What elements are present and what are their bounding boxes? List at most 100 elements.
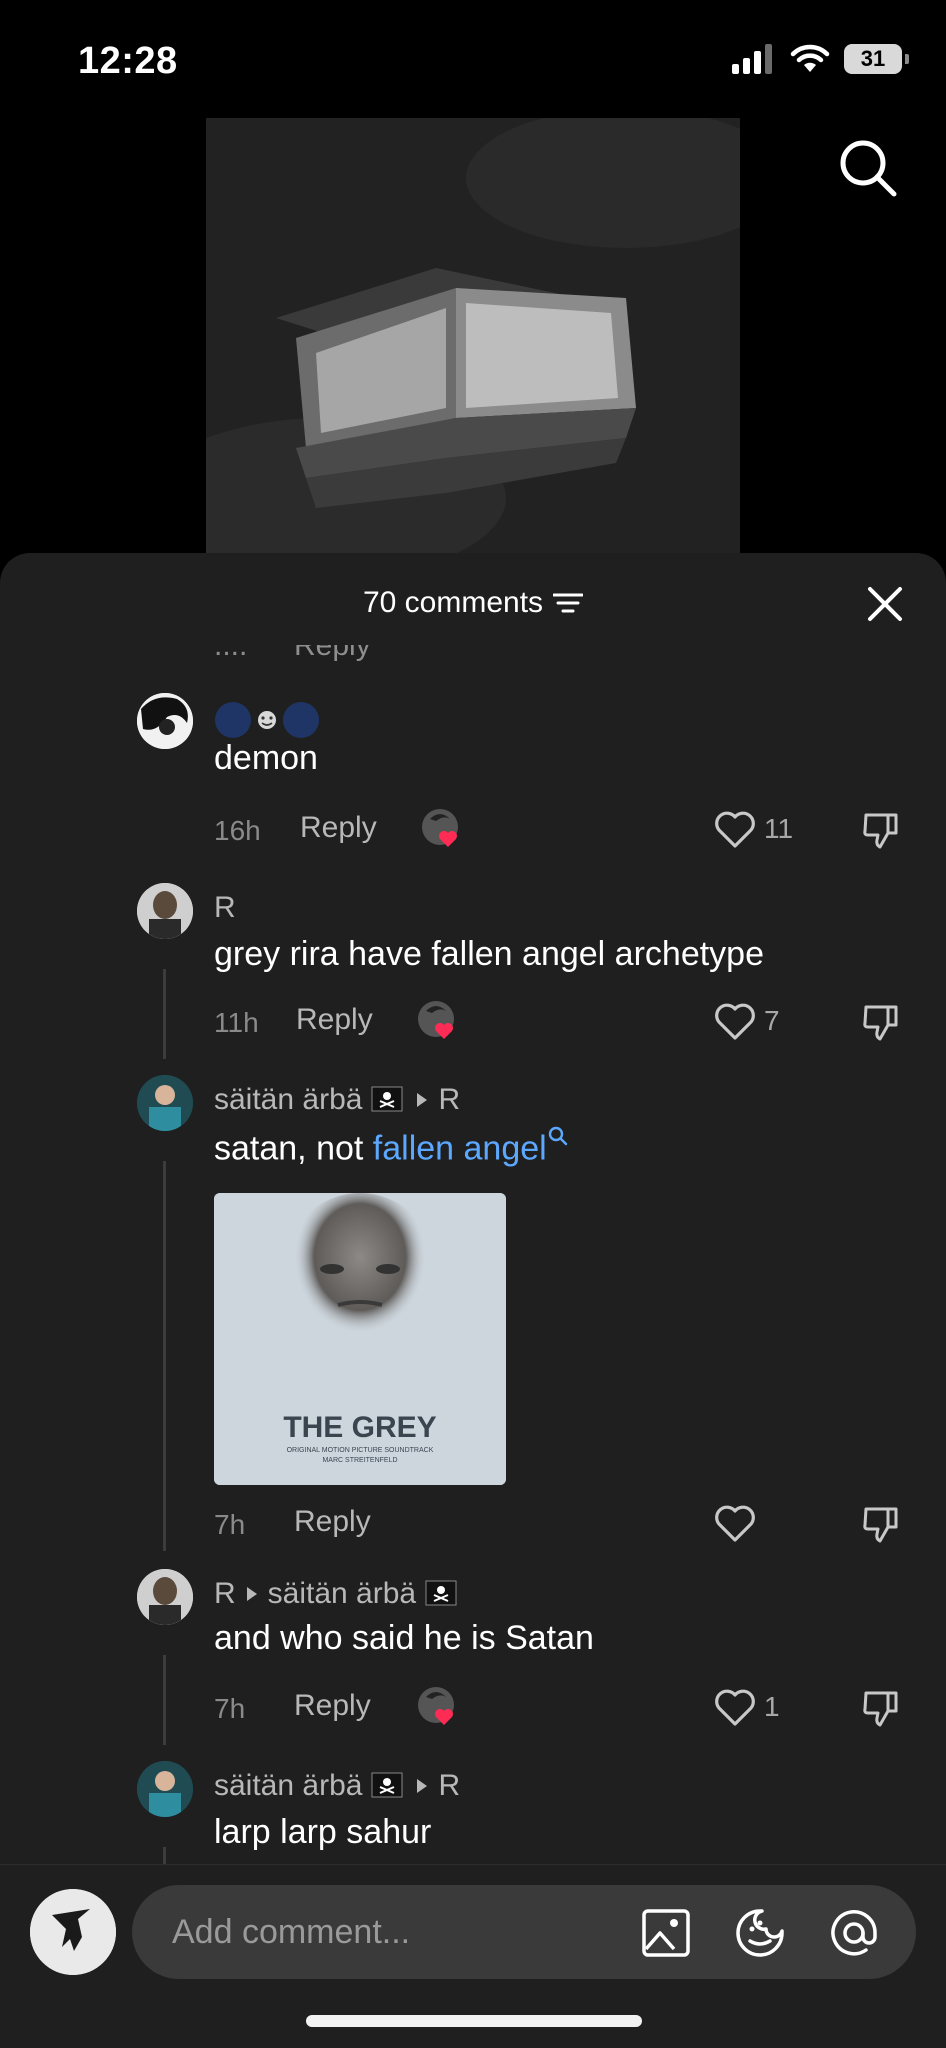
at-icon[interactable] (828, 1907, 880, 1959)
reply-arrow-icon (417, 1093, 428, 1107)
comment-username[interactable]: säitän ärbä R (214, 1083, 460, 1117)
comment-item: säitän ärbä R larp larp sahur (0, 1761, 946, 1871)
status-time: 12:28 (78, 40, 178, 82)
previous-comment-actions: .... Reply (214, 645, 914, 671)
like-button[interactable]: 11 (714, 809, 793, 849)
emoji-username-icon (215, 702, 319, 738)
comment-actions: 7h Reply 1 (214, 1683, 946, 1733)
avatar[interactable] (137, 883, 193, 939)
filter-icon (553, 593, 584, 613)
comment-text: satan, not fallen angel (214, 1125, 569, 1168)
like-count: 7 (764, 1005, 780, 1036)
thumbs-down-icon[interactable] (860, 1001, 902, 1043)
heart-icon (715, 1505, 755, 1542)
comment-time: 7h (214, 1509, 246, 1540)
username-text: R (214, 891, 236, 924)
comment-actions: 16h Reply 11 (214, 805, 946, 855)
pirate-flag-icon (371, 1086, 403, 1112)
wifi-icon (790, 44, 830, 72)
creator-liked-icon (418, 1687, 454, 1725)
comment-time: 11h (214, 1007, 259, 1038)
heart-icon (715, 1003, 755, 1040)
comment-username[interactable] (214, 701, 320, 739)
comment-username[interactable]: R säitän ärbä (214, 1577, 460, 1611)
comment-input-bar (0, 1864, 946, 2048)
thread-line (163, 1161, 166, 1551)
avatar[interactable] (137, 1569, 193, 1625)
reply-arrow-icon (246, 1587, 257, 1601)
comment-item: R säitän ärbä and who said he is Satan 7… (0, 1569, 946, 1749)
thread-line (163, 1655, 166, 1745)
comment-item: R grey rira have fallen angel archetype … (0, 883, 946, 1063)
thread-line (163, 969, 166, 1059)
search-icon[interactable] (836, 136, 900, 200)
home-indicator (306, 2015, 642, 2027)
comment-image-the-grey[interactable]: THE GREY ORIGINAL MOTION PICTURE SOUNDTR… (214, 1193, 506, 1485)
comment-username[interactable]: R (214, 891, 236, 925)
comment-text: larp larp sahur (214, 1813, 432, 1851)
reply-to-username[interactable]: säitän ärbä (268, 1577, 416, 1611)
comment-item: säitän ärbä R satan, not fallen angel TH… (0, 1075, 946, 1555)
comments-sort-button[interactable]: 70 comments (362, 586, 584, 620)
avatar[interactable] (137, 1761, 193, 1817)
comment-username[interactable]: säitän ärbä R (214, 1769, 460, 1803)
thumbs-down-icon[interactable] (860, 809, 902, 851)
heart-icon (715, 1689, 755, 1726)
like-button[interactable]: 1 (714, 1687, 780, 1727)
book-image (206, 118, 740, 558)
poster-credit: MARC STREITENFELD (322, 1457, 397, 1464)
comment-time: 7h (214, 1693, 246, 1724)
my-avatar[interactable] (30, 1889, 116, 1975)
like-count: 1 (764, 1691, 780, 1722)
comment-actions: 7h Reply (214, 1499, 946, 1549)
heart-icon (715, 811, 755, 848)
comment-text: and who said he is Satan (214, 1619, 594, 1657)
avatar[interactable] (137, 1075, 193, 1131)
comment-actions: 11h Reply 7 (214, 997, 946, 1047)
username-text: säitän ärbä (214, 1083, 363, 1116)
video-preview[interactable] (206, 118, 740, 558)
comment-text-prefix: satan, not (214, 1129, 373, 1168)
creator-liked-icon (418, 1001, 454, 1039)
creator-liked-icon (422, 809, 458, 847)
poster-subtitle: ORIGINAL MOTION PICTURE SOUNDTRACK (287, 1447, 434, 1454)
reply-to-username[interactable]: R (438, 1083, 460, 1117)
comment-text: grey rira have fallen angel archetype (214, 935, 764, 973)
thumbs-down-icon[interactable] (860, 1503, 902, 1545)
pirate-flag-icon (425, 1580, 457, 1606)
comments-header: 70 comments (0, 553, 946, 653)
reply-button[interactable]: Reply (300, 811, 377, 845)
like-count: 11 (764, 813, 794, 844)
comment-item: demon 16h Reply 11 (0, 693, 946, 873)
add-comment-input[interactable] (172, 1885, 612, 1979)
reply-button[interactable]: Reply (294, 1689, 371, 1723)
reply-to-username[interactable]: R (438, 1769, 460, 1803)
like-button[interactable]: 7 (714, 1001, 780, 1041)
image-icon[interactable] (640, 1907, 692, 1959)
like-button[interactable] (714, 1503, 764, 1543)
signal-icon (732, 44, 772, 74)
search-link-icon (548, 1126, 567, 1146)
sticker-icon[interactable] (734, 1907, 786, 1959)
username-text: R (214, 1577, 236, 1610)
poster-title: THE GREY (283, 1411, 436, 1444)
reply-arrow-icon (417, 1779, 428, 1793)
pirate-flag-icon (371, 1772, 403, 1798)
battery-icon: 31 (844, 44, 909, 74)
previous-reply-button[interactable]: Reply (294, 645, 371, 663)
comments-sheet: 70 comments .... Reply demon 16h Reply 1… (0, 553, 946, 2048)
close-icon[interactable] (864, 583, 906, 625)
previous-comment-time: .... (214, 645, 248, 662)
status-icons: 31 (732, 44, 909, 74)
avatar[interactable] (137, 693, 193, 749)
comment-time: 16h (214, 815, 261, 846)
status-bar: 12:28 31 (0, 0, 946, 118)
comment-text: demon (214, 739, 318, 777)
reply-button[interactable]: Reply (294, 1505, 371, 1539)
comment-input-field[interactable] (132, 1885, 916, 1979)
comments-count: 70 comments (362, 586, 544, 619)
username-text: säitän ärbä (214, 1769, 363, 1802)
search-link[interactable]: fallen angel (373, 1129, 547, 1167)
thumbs-down-icon[interactable] (860, 1687, 902, 1729)
reply-button[interactable]: Reply (296, 1003, 373, 1037)
